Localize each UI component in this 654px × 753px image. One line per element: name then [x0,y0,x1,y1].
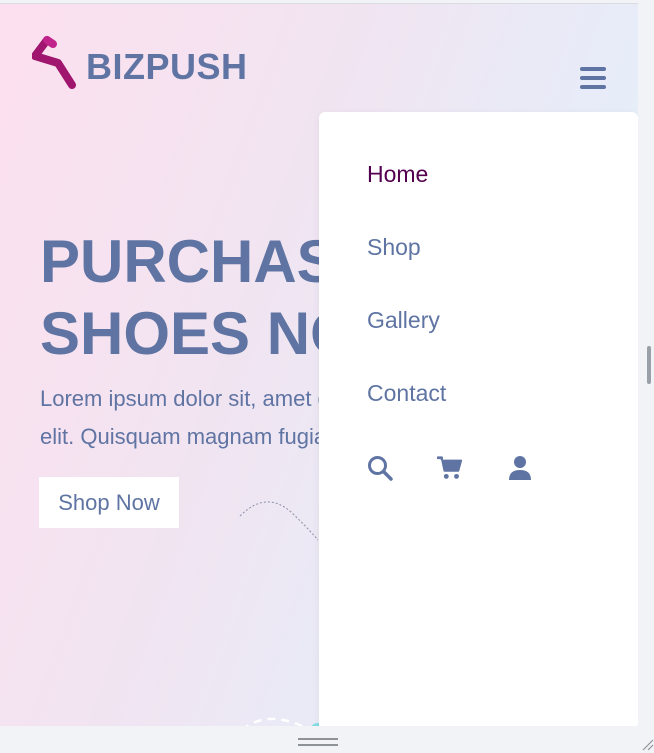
resize-handle[interactable] [298,737,338,747]
menu-item-contact: Contact [367,375,446,448]
page-viewport: BIZPUSH PURCHASE SHOES NOW Lorem ipsum do… [0,3,638,726]
menu-item-shop: Shop [367,229,446,302]
user-icon[interactable] [507,455,533,481]
nav-link-home[interactable]: Home [367,156,428,192]
hero-description-line-2: elit. Quisquam magnam fugiat [40,424,333,449]
mobile-menu-panel: Home Shop Gallery Contact [319,112,638,726]
cart-icon[interactable] [437,455,463,481]
corner-resize-icon[interactable] [640,737,654,751]
dotted-curve-decoration [239,501,319,541]
search-icon[interactable] [367,455,393,481]
shop-now-button[interactable]: Shop Now [39,477,179,528]
dashed-arc-decoration [245,717,325,726]
brand-logo[interactable]: BIZPUSH [32,36,248,92]
nav-link-contact[interactable]: Contact [367,375,446,411]
menu-item-gallery: Gallery [367,302,446,375]
menu-list: Home Shop Gallery Contact [367,156,446,448]
lightning-bolt-icon [32,36,76,89]
menu-icon-row [367,455,577,481]
scrollbar-thumb[interactable] [647,346,651,384]
hamburger-icon[interactable] [578,64,608,92]
menu-item-home: Home [367,156,446,229]
nav-link-shop[interactable]: Shop [367,229,421,265]
nav-link-gallery[interactable]: Gallery [367,302,440,338]
brand-name: BIZPUSH [86,46,248,87]
